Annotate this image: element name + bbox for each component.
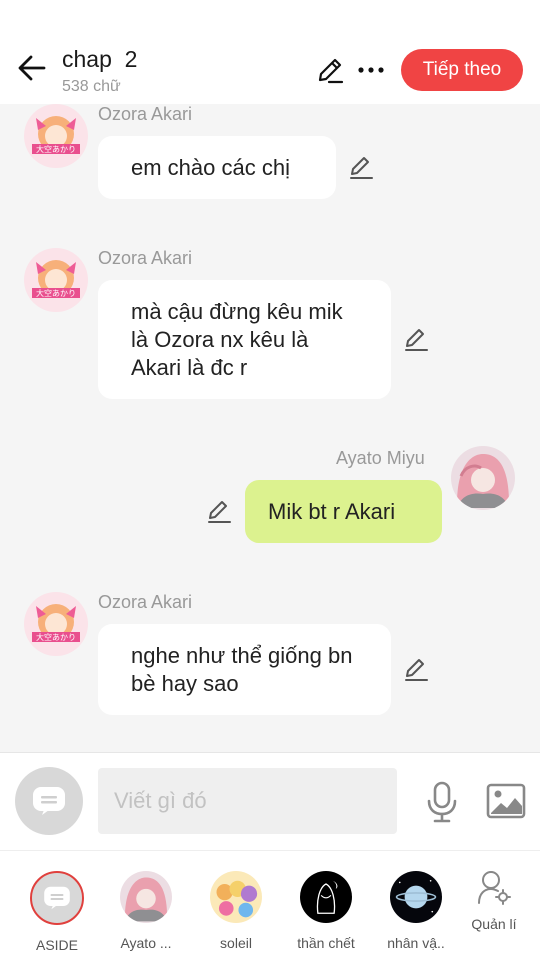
message-sender: Ozora Akari xyxy=(98,592,193,612)
edit-message-icon[interactable] xyxy=(206,498,232,524)
message-sender: Ozora Akari xyxy=(98,104,193,124)
manage-characters-button[interactable]: Quản lí xyxy=(462,869,526,932)
word-count: 538 chữ xyxy=(62,78,121,95)
chat-bubble-icon xyxy=(33,787,65,815)
back-arrow-icon[interactable] xyxy=(16,52,48,84)
character-label: nhân vậ.. xyxy=(387,935,445,951)
character-label: Ayato ... xyxy=(120,935,172,951)
character-label: soleil xyxy=(220,935,252,951)
avatar-than-chet xyxy=(300,871,352,923)
user-settings-icon xyxy=(478,871,511,905)
avatar-ozora-akari[interactable]: 大空あかり xyxy=(24,248,88,312)
avatar-nhan-vat xyxy=(390,871,442,923)
edit-message-icon[interactable] xyxy=(403,656,429,682)
svg-text:大空あかり: 大空あかり xyxy=(36,632,76,642)
message-sender: Ayato Miyu xyxy=(336,448,425,468)
message-composer: Viết gì đó xyxy=(0,752,540,850)
character-than-chet[interactable]: thần chết xyxy=(287,869,365,951)
aside-chat-icon xyxy=(30,871,84,925)
avatar-ayato xyxy=(120,871,172,923)
message-bubble[interactable]: nghe như thể giống bn bè hay sao xyxy=(98,624,391,715)
image-icon[interactable] xyxy=(486,783,526,819)
character-aside[interactable]: ASIDE xyxy=(18,869,96,953)
character-label: ASIDE xyxy=(35,937,78,953)
avatar-ayato-miyu[interactable] xyxy=(451,446,515,510)
top-bar: chap 2 538 chữ Tiếp theo xyxy=(0,0,540,104)
character-label: thần chết xyxy=(297,935,355,951)
next-chapter-button[interactable]: Tiếp theo xyxy=(401,49,523,91)
edit-message-icon[interactable] xyxy=(348,154,374,180)
message-list[interactable]: 大空あかり Ozora Akari em chào các chị 大空あかり … xyxy=(0,104,540,752)
avatar-ozora-akari[interactable]: 大空あかり xyxy=(24,592,88,656)
character-soleil[interactable]: soleil xyxy=(197,869,275,951)
message-input[interactable]: Viết gì đó xyxy=(98,768,397,834)
svg-text:大空あかり: 大空あかり xyxy=(36,144,76,154)
character-ayato[interactable]: Ayato ... xyxy=(107,869,185,951)
message-bubble[interactable]: em chào các chị xyxy=(98,136,336,199)
microphone-icon[interactable] xyxy=(424,781,460,823)
message-bubble-mine[interactable]: Mik bt r Akari xyxy=(245,480,442,543)
message-sender: Ozora Akari xyxy=(98,248,193,268)
edit-message-icon[interactable] xyxy=(403,326,429,352)
chapter-title: chap 2 xyxy=(62,46,138,72)
aside-toggle-button[interactable] xyxy=(15,767,83,835)
more-options-icon[interactable] xyxy=(356,56,386,84)
edit-pencil-icon[interactable] xyxy=(316,56,344,84)
character-nhan-vat[interactable]: nhân vậ.. xyxy=(377,869,455,951)
avatar-ozora-akari[interactable]: 大空あかり xyxy=(24,104,88,168)
svg-text:大空あかり: 大空あかり xyxy=(36,288,76,298)
avatar-soleil xyxy=(210,871,262,923)
character-label: Quản lí xyxy=(471,916,517,932)
character-bar: ASIDE Ayato ... soleil thần chết nhân vậ… xyxy=(0,850,540,960)
message-bubble[interactable]: mà cậu đừng kêu mik là Ozora nx kêu là A… xyxy=(98,280,391,399)
